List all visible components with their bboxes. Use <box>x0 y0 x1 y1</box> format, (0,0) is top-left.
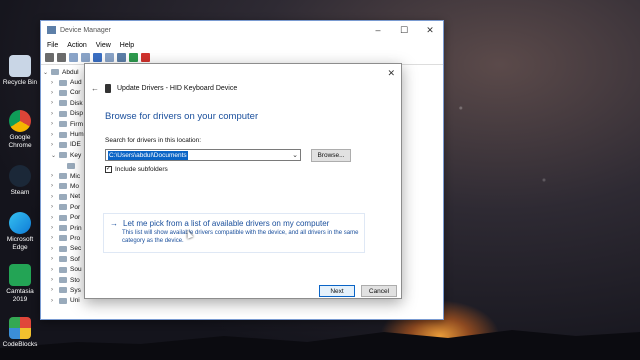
desktop-icon-codeblocks[interactable]: CodeBlocks <box>2 317 38 349</box>
menu-action[interactable]: Action <box>67 42 86 49</box>
chrome-icon <box>9 110 31 132</box>
chevron-down-icon[interactable]: ⌄ <box>292 151 298 159</box>
desktop-icon-label: Google Chrome <box>8 134 32 149</box>
device-icon <box>59 110 67 117</box>
desktop-icon-label: CodeBlocks <box>2 341 38 348</box>
device-icon <box>59 235 67 242</box>
device-icon <box>59 100 67 107</box>
device-icon <box>59 131 67 138</box>
browse-button[interactable]: Browse... <box>311 149 351 162</box>
device-icon <box>59 141 67 148</box>
scan-icon[interactable] <box>105 53 114 62</box>
computer-icon <box>51 69 59 76</box>
device-icon <box>59 79 67 86</box>
cancel-button[interactable]: Cancel <box>361 285 397 297</box>
forward-icon[interactable] <box>57 53 66 62</box>
desktop-icon-recycle-bin[interactable]: Recycle Bin <box>2 55 38 87</box>
device-icon <box>59 245 67 252</box>
next-button[interactable]: Next <box>319 285 355 297</box>
include-subfolders-checkbox[interactable]: ✓ <box>105 166 112 173</box>
desktop-icon-edge[interactable]: Microsoft Edge <box>2 212 38 251</box>
edge-icon <box>9 212 31 234</box>
recycle-bin-icon <box>9 55 31 77</box>
minimize-button[interactable]: – <box>365 21 391 39</box>
desktop-icon-camtasia[interactable]: Camtasia 2019 <box>2 264 38 303</box>
device-icon <box>59 214 67 221</box>
path-value: C:\Users\abdul\Documents <box>108 150 188 160</box>
steam-icon <box>9 165 31 187</box>
search-location-label: Search for drivers in this location: <box>105 137 202 144</box>
device-icon <box>59 173 67 180</box>
desktop-icon-label: Camtasia 2019 <box>6 288 34 303</box>
device-icon <box>59 204 67 211</box>
menu-view[interactable]: View <box>96 42 111 49</box>
pick-option-description: This list will show available drivers co… <box>122 230 359 244</box>
device-manager-icon <box>47 26 56 34</box>
update-drivers-dialog: ✕ ← Update Drivers - HID Keyboard Device… <box>84 63 402 299</box>
list-icon[interactable] <box>81 53 90 62</box>
menu-file[interactable]: File <box>47 42 58 49</box>
dialog-title: Update Drivers - HID Keyboard Device <box>117 85 238 92</box>
device-icon <box>59 183 67 190</box>
menu-help[interactable]: Help <box>120 42 134 49</box>
pick-option-title: Let me pick from a list of available dri… <box>123 219 330 228</box>
window-title: Device Manager <box>60 26 111 34</box>
include-subfolders-row[interactable]: ✓ Include subfolders <box>105 166 168 173</box>
back-icon[interactable] <box>45 53 54 62</box>
maximize-button[interactable]: ☐ <box>391 21 417 39</box>
device-icon <box>59 225 67 232</box>
properties-icon[interactable] <box>69 53 78 62</box>
desktop-icon-label: Steam <box>10 189 30 196</box>
pick-from-list-option[interactable]: → Let me pick from a list of available d… <box>103 213 365 253</box>
device-icon <box>59 266 67 273</box>
back-arrow-icon[interactable]: ← <box>91 84 99 93</box>
desktop-icon-label: Recycle Bin <box>2 79 38 86</box>
device-icon <box>59 121 67 128</box>
driver-path-input[interactable]: C:\Users\abdul\Documents ⌄ <box>105 149 301 161</box>
device-icon <box>59 256 67 263</box>
keyboard-icon <box>59 152 67 159</box>
dialog-close-button[interactable]: ✕ <box>387 68 395 79</box>
keyboard-device-icon <box>105 84 111 93</box>
page-heading: Browse for drivers on your computer <box>105 111 259 122</box>
close-button[interactable]: ✕ <box>417 21 443 39</box>
dialog-header: ← Update Drivers - HID Keyboard Device <box>91 84 237 93</box>
codeblocks-icon <box>9 317 31 339</box>
device-icon <box>59 193 67 200</box>
help-icon[interactable] <box>93 53 102 62</box>
desktop-icon-label: Microsoft Edge <box>6 236 34 251</box>
keyboard-icon <box>67 162 75 169</box>
device-icon <box>59 287 67 294</box>
device-icon <box>59 277 67 283</box>
arrow-right-icon: → <box>110 219 118 228</box>
monitor-icon[interactable] <box>117 53 126 62</box>
update-driver-icon[interactable] <box>129 53 138 62</box>
menu-bar: File Action View Help <box>41 39 443 51</box>
device-icon <box>59 297 67 304</box>
desktop-icon-chrome[interactable]: Google Chrome <box>2 110 38 149</box>
include-subfolders-label: Include subfolders <box>115 166 168 173</box>
uninstall-icon[interactable] <box>141 53 150 62</box>
desktop-icon-steam[interactable]: Steam <box>2 165 38 197</box>
camtasia-icon <box>9 264 31 286</box>
device-icon <box>59 89 67 96</box>
